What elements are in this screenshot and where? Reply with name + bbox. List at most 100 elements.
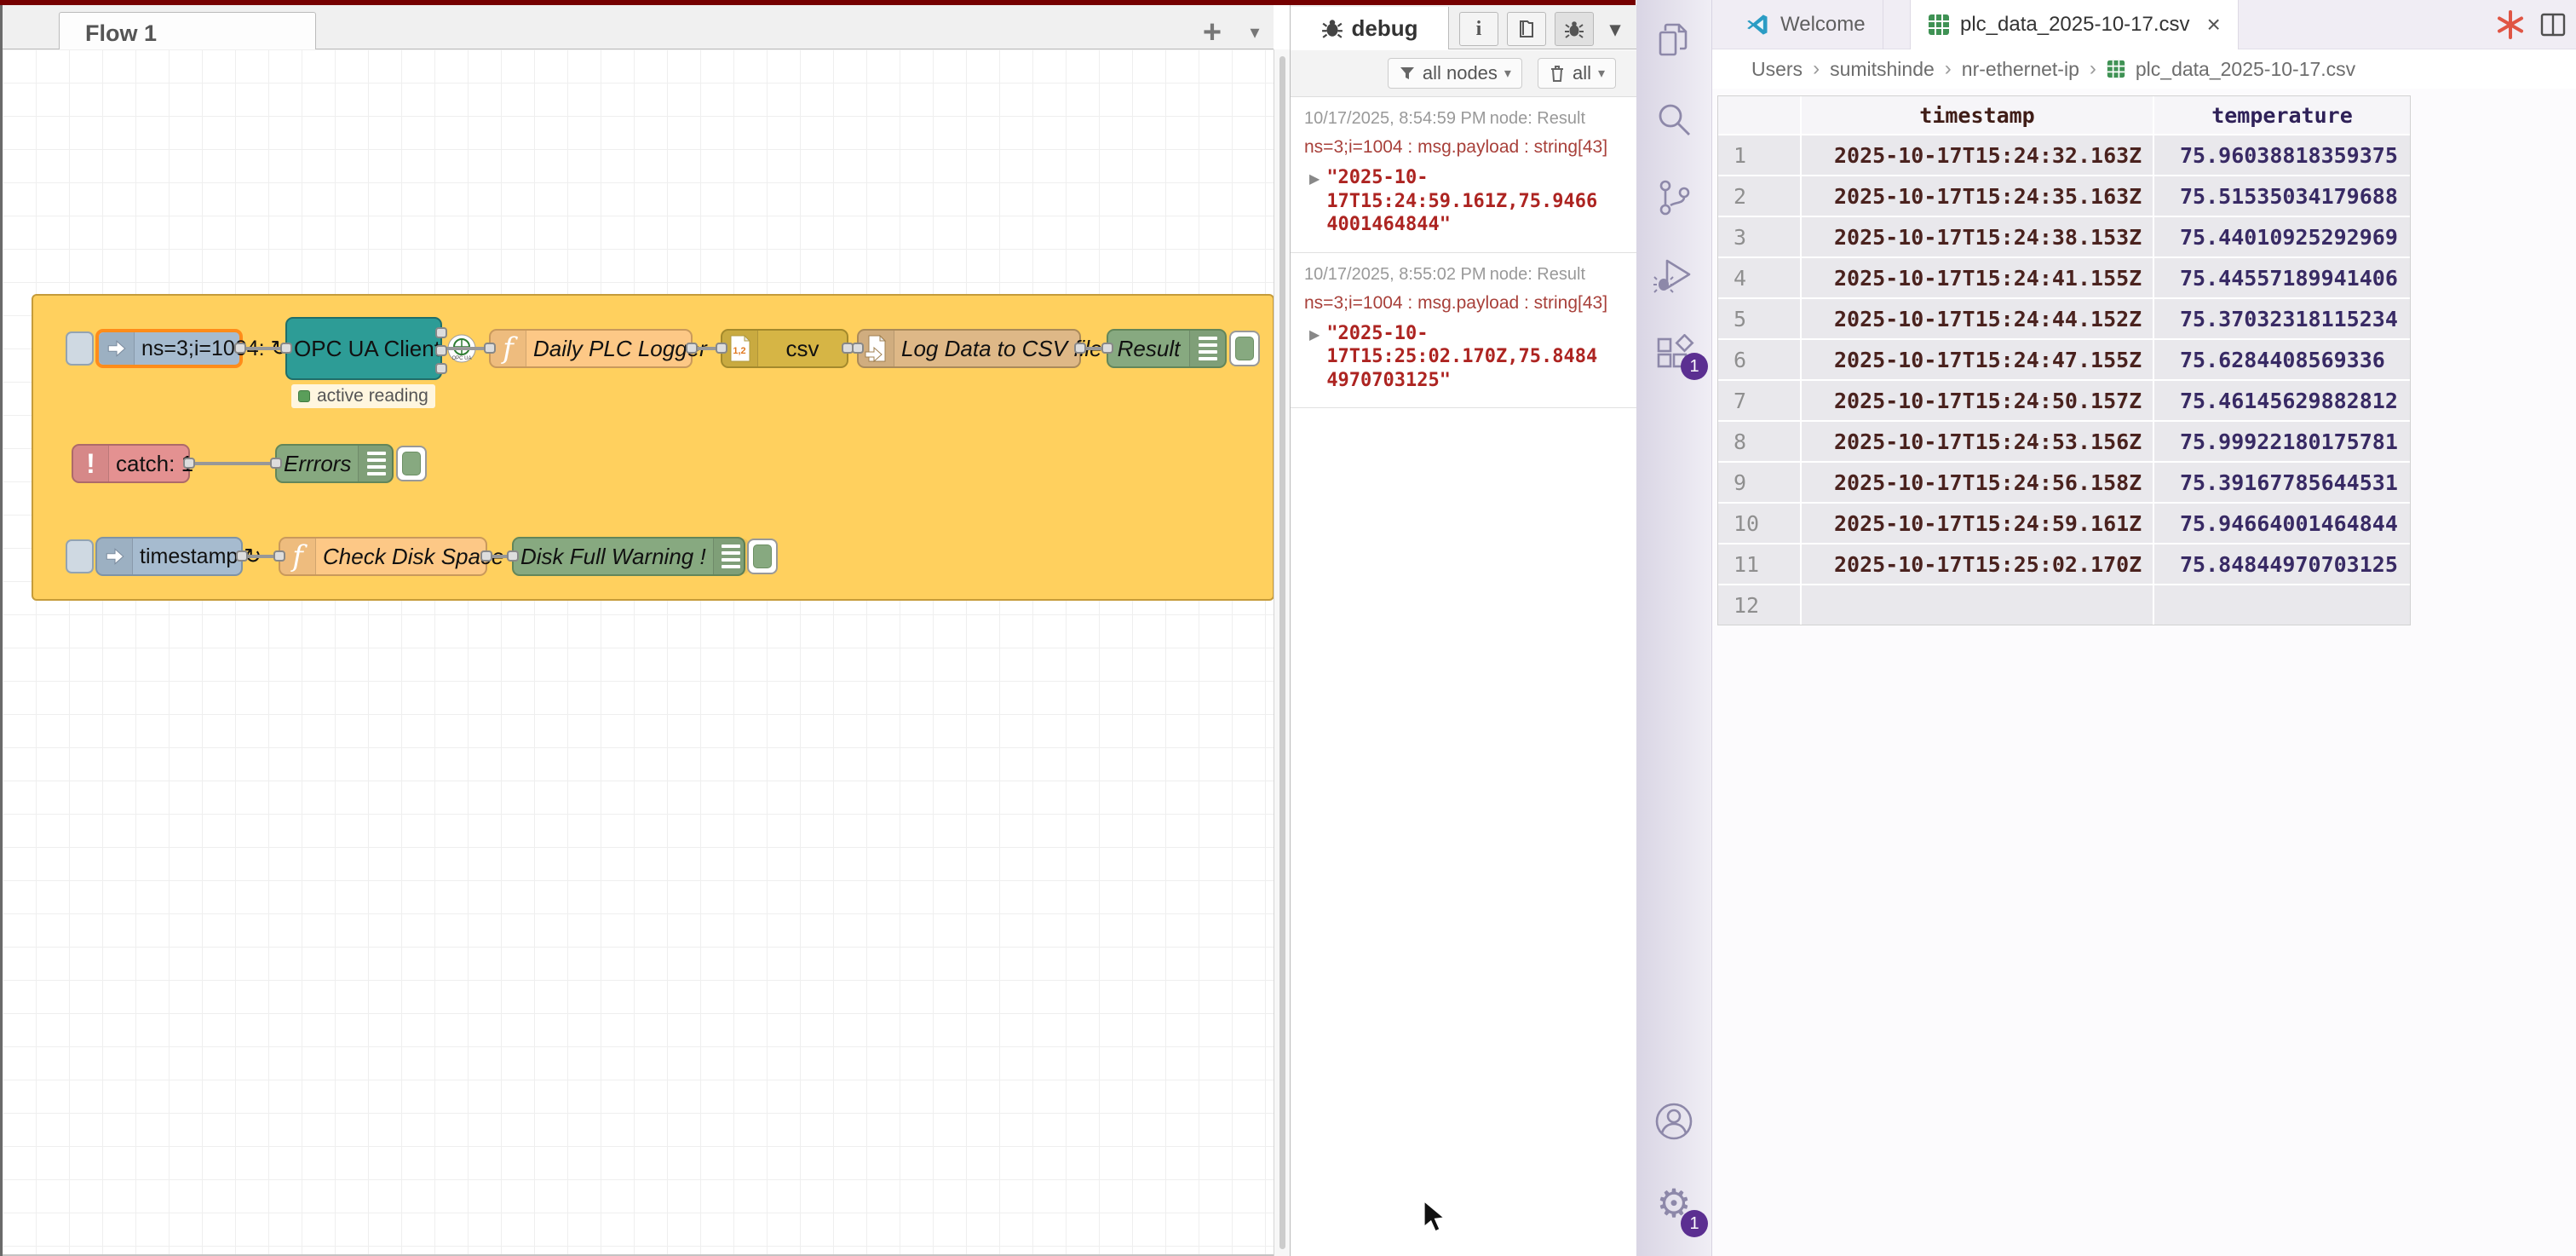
debug-toolbar: all nodes ▾ all ▾ bbox=[1291, 50, 1636, 97]
debug-message[interactable]: 10/17/2025, 8:55:02 PM node: Result ns=3… bbox=[1291, 253, 1636, 409]
split-editor-icon[interactable] bbox=[2534, 0, 2572, 49]
port[interactable] bbox=[480, 550, 492, 562]
timestamp-cell[interactable]: 2025-10-17T15:24:50.157Z bbox=[1802, 381, 2153, 420]
temperature-cell[interactable]: 75.37032318115234 bbox=[2154, 299, 2410, 338]
port[interactable] bbox=[852, 343, 864, 354]
port[interactable] bbox=[280, 343, 292, 354]
temperature-cell[interactable]: 75.44010925292969 bbox=[2154, 217, 2410, 256]
debug-filter-bug-button[interactable] bbox=[1555, 12, 1594, 46]
breadcrumb-item[interactable]: Users bbox=[1751, 58, 1803, 81]
chevron-right-icon: › bbox=[1813, 57, 1820, 81]
search-icon[interactable] bbox=[1653, 99, 1694, 140]
close-icon[interactable]: × bbox=[2200, 11, 2221, 38]
timestamp-cell[interactable]: 2025-10-17T15:25:02.170Z bbox=[1802, 544, 2153, 584]
port[interactable] bbox=[484, 343, 496, 354]
scrollbar-thumb[interactable] bbox=[1279, 56, 1285, 1249]
port[interactable] bbox=[273, 550, 285, 562]
expand-triangle-icon[interactable]: ▶ bbox=[1309, 166, 1320, 237]
port[interactable] bbox=[435, 363, 447, 374]
info-button[interactable]: i bbox=[1459, 12, 1498, 46]
canvas-scrollbar[interactable] bbox=[1274, 49, 1290, 1256]
port[interactable] bbox=[435, 327, 447, 338]
inject-trigger-button[interactable] bbox=[66, 539, 94, 573]
port[interactable] bbox=[507, 550, 519, 562]
debug-node-disk-full-warning[interactable]: Disk Full Warning ! bbox=[512, 537, 745, 576]
temperature-cell[interactable]: 75.44557189941406 bbox=[2154, 258, 2410, 297]
port[interactable] bbox=[686, 343, 698, 354]
run-debug-icon[interactable] bbox=[1653, 254, 1694, 295]
catch-node[interactable]: ! catch: 1 bbox=[72, 444, 190, 483]
flow-tab[interactable]: Flow 1 bbox=[59, 12, 316, 55]
timestamp-cell[interactable]: 2025-10-17T15:24:32.163Z bbox=[1802, 135, 2153, 175]
temperature-cell[interactable] bbox=[2154, 585, 2410, 625]
port[interactable] bbox=[716, 343, 727, 354]
port[interactable] bbox=[234, 343, 246, 354]
temperature-cell[interactable]: 75.94664001464844 bbox=[2154, 504, 2410, 543]
breadcrumb-item[interactable]: nr-ethernet-ip bbox=[1962, 58, 2079, 81]
debug-message-list[interactable]: 10/17/2025, 8:54:59 PM node: Result ns=3… bbox=[1291, 97, 1636, 1256]
port[interactable] bbox=[183, 458, 195, 469]
row-number-cell: 11 bbox=[1718, 544, 1800, 584]
file-write-node[interactable]: Log Data to CSV file bbox=[857, 329, 1081, 368]
timestamp-cell[interactable]: 2025-10-17T15:24:56.158Z bbox=[1802, 463, 2153, 502]
temperature-cell[interactable]: 75.84844970703125 bbox=[2154, 544, 2410, 584]
timestamp-cell[interactable]: 2025-10-17T15:24:38.153Z bbox=[1802, 217, 2153, 256]
help-book-button[interactable] bbox=[1507, 12, 1546, 46]
timestamp-cell[interactable]: 2025-10-17T15:24:44.152Z bbox=[1802, 299, 2153, 338]
tab-welcome[interactable]: Welcome bbox=[1729, 0, 1883, 49]
debug-node-errrors[interactable]: Errrors bbox=[275, 444, 394, 483]
debug-toggle-button[interactable] bbox=[747, 539, 778, 574]
csv-node[interactable]: 1,2 csv bbox=[721, 329, 848, 368]
debug-filter-button[interactable]: all nodes ▾ bbox=[1388, 58, 1522, 89]
port[interactable] bbox=[435, 345, 447, 356]
inject-trigger-button[interactable] bbox=[66, 331, 94, 366]
vscode-window: 1 ⚙ 1 Welcome plc_ bbox=[1636, 0, 2576, 1256]
inject-node[interactable]: ns=3;i=1004: ↻ bbox=[95, 329, 243, 368]
timestamp-cell[interactable]: 2025-10-17T15:24:59.161Z bbox=[1802, 504, 2153, 543]
explorer-icon[interactable] bbox=[1653, 20, 1694, 61]
sidebar-caret-icon[interactable]: ▾ bbox=[1601, 12, 1630, 46]
inject-node-timestamp[interactable]: timestamp ↻ bbox=[95, 537, 243, 576]
debug-toggle-button[interactable] bbox=[396, 446, 427, 481]
wire bbox=[187, 462, 279, 465]
account-icon[interactable] bbox=[1653, 1101, 1694, 1142]
flow-list-caret-icon[interactable]: ▾ bbox=[1239, 15, 1270, 49]
port[interactable] bbox=[1101, 343, 1113, 354]
timestamp-cell[interactable]: 2025-10-17T15:24:41.155Z bbox=[1802, 258, 2153, 297]
opcua-client-node[interactable]: OPC UA Client OPC UA bbox=[285, 317, 442, 380]
row-number-cell: 1 bbox=[1718, 135, 1800, 175]
source-control-icon[interactable] bbox=[1653, 177, 1694, 218]
temperature-cell[interactable]: 75.39167785644531 bbox=[2154, 463, 2410, 502]
csv-file-icon: 1,2 bbox=[722, 331, 758, 366]
debug-toggle-button[interactable] bbox=[1229, 331, 1260, 366]
debug-node-result[interactable]: Result bbox=[1107, 329, 1227, 368]
temperature-cell[interactable]: 75.46145629882812 bbox=[2154, 381, 2410, 420]
extension-asterisk-icon[interactable] bbox=[2492, 0, 2529, 49]
temperature-cell[interactable]: 75.6284408569336 bbox=[2154, 340, 2410, 379]
column-header-blank bbox=[1718, 96, 1800, 134]
debug-clear-button[interactable]: all ▾ bbox=[1538, 58, 1616, 89]
breadcrumb-item[interactable]: plc_data_2025-10-17.csv bbox=[2136, 58, 2355, 81]
debug-message[interactable]: 10/17/2025, 8:54:59 PM node: Result ns=3… bbox=[1291, 97, 1636, 253]
timestamp-cell[interactable]: 2025-10-17T15:24:35.163Z bbox=[1802, 176, 2153, 216]
timestamp-cell[interactable] bbox=[1802, 585, 2153, 625]
expand-triangle-icon[interactable]: ▶ bbox=[1309, 322, 1320, 393]
timestamp-cell[interactable]: 2025-10-17T15:24:47.155Z bbox=[1802, 340, 2153, 379]
port[interactable] bbox=[1074, 343, 1086, 354]
function-node-daily-plc-logger[interactable]: f Daily PLC Logger bbox=[489, 329, 693, 368]
timestamp-cell[interactable]: 2025-10-17T15:24:53.156Z bbox=[1802, 422, 2153, 461]
port[interactable] bbox=[236, 550, 248, 562]
function-node-check-disk-space[interactable]: f Check Disk Space bbox=[279, 537, 487, 576]
port[interactable] bbox=[270, 458, 282, 469]
debug-list-icon bbox=[358, 446, 394, 481]
temperature-cell[interactable]: 75.99922180175781 bbox=[2154, 422, 2410, 461]
breadcrumb-item[interactable]: sumitshinde bbox=[1830, 58, 1935, 81]
flow-canvas[interactable]: ns=3;i=1004: ↻ OPC UA Client OPC UA bbox=[3, 49, 1274, 1256]
breadcrumb[interactable]: Users › sumitshinde › nr-ethernet-ip › p… bbox=[1712, 49, 2576, 89]
temperature-cell[interactable]: 75.51535034179688 bbox=[2154, 176, 2410, 216]
temperature-cell[interactable]: 75.96038818359375 bbox=[2154, 135, 2410, 175]
tab-csv-file[interactable]: plc_data_2025-10-17.csv × bbox=[1910, 0, 2239, 49]
debug-tab[interactable]: debug bbox=[1291, 7, 1449, 49]
add-flow-button[interactable]: + bbox=[1193, 15, 1231, 49]
row-number-cell: 10 bbox=[1718, 504, 1800, 543]
